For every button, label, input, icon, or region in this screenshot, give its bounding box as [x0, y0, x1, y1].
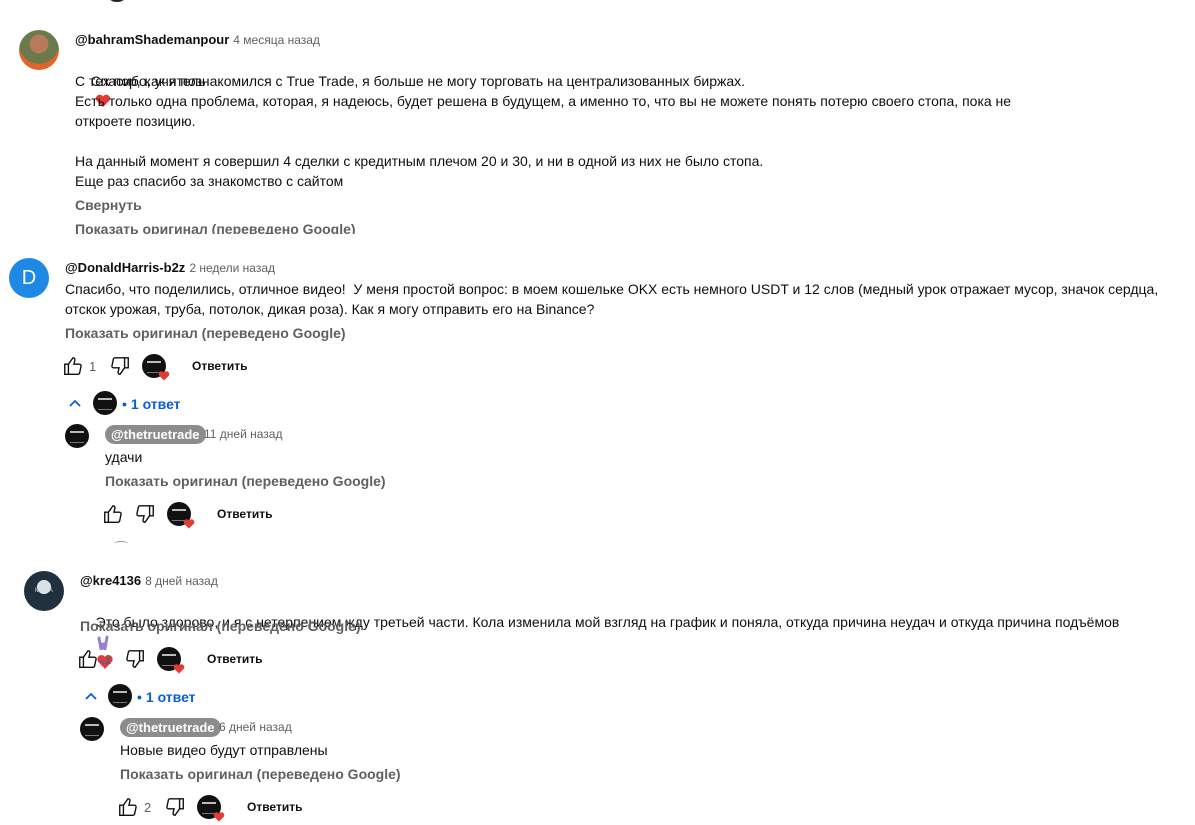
- like-icon[interactable]: [77, 648, 99, 670]
- reply-avatar[interactable]: [65, 424, 89, 448]
- like-icon[interactable]: [62, 355, 84, 377]
- avatar[interactable]: [19, 30, 59, 70]
- creator-author-badge[interactable]: @thetruetrade: [120, 718, 221, 737]
- heart-icon: [213, 812, 225, 822]
- show-original-link[interactable]: Показать оригинал (переведено Google): [120, 766, 401, 782]
- author-name[interactable]: @DonaldHarris-b2z: [65, 260, 185, 275]
- comment-author[interactable]: @kre4136 8 дней назад: [80, 573, 218, 588]
- collapse-link[interactable]: Свернуть: [75, 197, 142, 213]
- replies-count[interactable]: 1 ответ: [131, 396, 181, 412]
- heart-icon: [183, 519, 195, 529]
- reply-time[interactable]: 11 дней назад: [204, 427, 282, 441]
- creator-heart-avatar: [167, 502, 195, 529]
- show-original-clip: Показать оригинал (переведено Google): [75, 218, 475, 234]
- reply-text: удачи: [105, 449, 143, 465]
- replies-toggle[interactable]: • 1 ответ: [137, 689, 196, 705]
- reply-button[interactable]: Ответить: [247, 800, 302, 814]
- logo-mark: [98, 398, 112, 410]
- dislike-icon[interactable]: [164, 796, 186, 818]
- reply-button[interactable]: Ответить: [217, 507, 272, 521]
- comment-line-6: На данный момент я совершил 4 сделки с к…: [75, 153, 764, 169]
- like-count: 2: [144, 800, 152, 815]
- show-original-link[interactable]: Показать оригинал (переведено Google): [65, 325, 346, 341]
- dislike-icon[interactable]: [124, 648, 146, 670]
- comment-time[interactable]: 8 дней назад: [145, 574, 218, 588]
- dot-separator: •: [122, 396, 127, 412]
- creator-heart-avatar: [157, 647, 185, 674]
- dot-separator: •: [137, 689, 142, 705]
- heart-icon: [173, 664, 185, 674]
- author-name[interactable]: @bahramShademanpour: [75, 32, 229, 47]
- reply-button[interactable]: Ответить: [192, 359, 247, 373]
- dislike-icon[interactable]: [109, 355, 131, 377]
- replier-avatar: [108, 684, 132, 708]
- comment-time[interactable]: 2 недели назад: [189, 261, 275, 275]
- comment-author[interactable]: @DonaldHarris-b2z 2 недели назад: [65, 260, 275, 275]
- logo-mark: [113, 691, 127, 703]
- comment-line-2: отскок урожая, труба, потолок, дикая роз…: [65, 301, 595, 317]
- show-original-link[interactable]: Показать оригинал (переведено Google): [105, 473, 386, 489]
- dislike-icon[interactable]: [134, 503, 156, 525]
- replier-avatar: [93, 391, 117, 415]
- creator-heart-avatar: [142, 354, 170, 381]
- comment-line-3: Есть только одна проблема, которая, я на…: [75, 93, 1012, 109]
- comment-line-7: Еще раз спасибо за знакомство с сайтом: [75, 173, 344, 189]
- reply-time[interactable]: 6 дней назад: [219, 720, 292, 734]
- avatar[interactable]: MEXA: [24, 571, 64, 611]
- comment-line-1: Спасибо, что поделились, отличное видео!…: [65, 281, 1159, 297]
- top-heart-avatar-fragment: [108, 0, 126, 2]
- like-icon[interactable]: [117, 796, 139, 818]
- replies-toggle[interactable]: • 1 ответ: [122, 396, 181, 412]
- comment-line-2: С тех пор, как я познакомился с True Tra…: [75, 73, 746, 89]
- chevron-up-icon[interactable]: [84, 691, 98, 701]
- author-name[interactable]: @kre4136: [80, 573, 141, 588]
- comment-line-1: Это было здорово, и я с нетерпением жду …: [80, 592, 1119, 692]
- comment-line-4: откроете позицию.: [75, 113, 196, 129]
- chevron-up-icon[interactable]: [68, 398, 82, 408]
- reply-text: Новые видео будут отправлены: [120, 742, 328, 758]
- comment-time[interactable]: 4 месяца назад: [233, 33, 320, 47]
- reply-avatar[interactable]: [80, 717, 104, 741]
- like-count: 1: [104, 652, 112, 667]
- creator-heart-avatar: [197, 795, 225, 822]
- like-icon[interactable]: [102, 503, 124, 525]
- show-original-link[interactable]: Показать оригинал (переведено Google): [80, 618, 361, 634]
- avatar[interactable]: D: [9, 258, 49, 298]
- clipped-fragment: [114, 541, 128, 546]
- replies-count[interactable]: 1 ответ: [146, 689, 196, 705]
- creator-author-badge[interactable]: @thetruetrade: [105, 425, 206, 444]
- logo-mark: [70, 431, 84, 443]
- logo-mark: [85, 724, 99, 736]
- reply-button[interactable]: Ответить: [207, 652, 262, 666]
- comment-author[interactable]: @bahramShademanpour 4 месяца назад: [75, 32, 320, 47]
- like-count: 1: [89, 359, 97, 374]
- show-original-link[interactable]: Показать оригинал (переведено Google): [75, 221, 356, 234]
- heart-icon: [158, 371, 170, 381]
